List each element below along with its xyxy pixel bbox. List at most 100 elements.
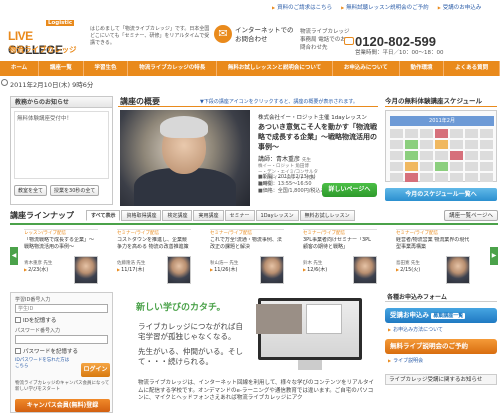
course-card[interactable]: セミナー/ライブ配信 経営者/物流営業 物流業界の現代型事業再構築 島田寛 先生… <box>396 229 470 287</box>
calendar-day[interactable] <box>435 140 448 149</box>
nav-courses[interactable]: 講座一覧 <box>39 61 84 76</box>
course-title: 「物流戦略で成長する企業」～戦略物流活用の事例～ <box>24 237 95 250</box>
calendar-day[interactable] <box>405 140 418 149</box>
carousel-next-icon[interactable]: ▶ <box>490 247 498 265</box>
forgot-password-link[interactable]: IDパスワードを忘れた方はこちら <box>15 358 73 370</box>
student-id-input[interactable]: 学生ID <box>15 304 108 313</box>
calendar-day[interactable] <box>405 173 418 182</box>
schedule-list-button[interactable]: 今月のスケジュール一覧へ <box>385 188 497 201</box>
calendar-day[interactable] <box>450 173 463 182</box>
course-category: レッスン/ライブ配信 <box>24 231 67 236</box>
calendar-day[interactable] <box>435 151 448 160</box>
overview-note: ▼下段の講座アイコンをクリックすると、講座の概要が表示されます。 <box>200 99 358 105</box>
promo-title: 新しい学びのカタチ。 <box>136 303 226 313</box>
tab-exam[interactable]: 検定講座 <box>162 210 193 221</box>
login-button[interactable]: ログイン <box>81 363 110 377</box>
tab-free-trial[interactable]: 無料お試しレッスン <box>299 210 355 221</box>
course-title: コストダウンを推進し、企業競争力を高める 物流の改善推進策 <box>117 237 189 250</box>
calendar-day[interactable] <box>390 140 403 149</box>
id-label: 学習ID番号入力 <box>15 297 51 303</box>
tab-practical[interactable]: 実用講座 <box>193 210 224 221</box>
nav-apply[interactable]: お申込みについて <box>333 61 400 76</box>
briefing-link[interactable]: ライブ説明会 <box>385 357 497 364</box>
news-30-button[interactable]: 授業を30秒の全て <box>50 185 100 196</box>
nav-features[interactable]: 物流ライブカレッジの特長 <box>128 61 218 76</box>
calendar-day[interactable] <box>435 173 448 182</box>
calendar-day[interactable] <box>405 162 418 171</box>
site-logo[interactable]: Logistic LIVE COLLEGE 物流ライブカレッジ <box>8 20 80 60</box>
calendar-grid <box>390 129 493 182</box>
tab-1day[interactable]: 1Dayレッスン <box>255 210 299 221</box>
calendar-title: 今月の無料体験講座スケジュール <box>385 96 497 107</box>
course-apply-button[interactable]: 受講お申込み 募集講座一覧 <box>385 308 497 323</box>
nav-environment[interactable]: 動作環境 <box>400 61 445 76</box>
course-card[interactable]: セミナー/ライブ配信 3PL事業者向けセミナー「3PL 顧客の期待と戦略」 鈴木… <box>303 229 377 287</box>
current-date: 2011年2月10日(木) 9時6分 <box>10 81 94 89</box>
tab-certification[interactable]: 資格取得講座 <box>121 210 162 221</box>
calendar-day[interactable] <box>390 173 403 182</box>
calendar-day[interactable] <box>480 129 493 138</box>
calendar-day[interactable] <box>435 129 448 138</box>
calendar-day[interactable] <box>480 173 493 182</box>
calendar-day[interactable] <box>480 162 493 171</box>
carousel-prev-icon[interactable]: ◀ <box>10 247 18 265</box>
calendar-day[interactable] <box>420 129 433 138</box>
calendar-day[interactable] <box>405 151 418 160</box>
calendar-day[interactable] <box>420 140 433 149</box>
calendar-day[interactable] <box>450 151 463 160</box>
nav-students[interactable]: 学習生色 <box>84 61 129 76</box>
tab-seminar[interactable]: セミナー <box>224 210 255 221</box>
calendar-day[interactable] <box>450 140 463 149</box>
news-body: 無料体験講座受付中！ <box>14 111 109 179</box>
top-link-request[interactable]: 資料のご請求はこちら <box>272 3 332 13</box>
detail-page-button[interactable]: 詳しいページへ <box>322 183 377 197</box>
calendar-day[interactable] <box>390 151 403 160</box>
tagline: はじめまして「物流ライブカレッジ」です。日本全国どこにいても「セミナー、研修」を… <box>90 26 210 46</box>
password-label: パスワード番号入力 <box>15 328 61 334</box>
promo-body: 物流ライブカレッジは、インターネット回線を利用して、様々な学びのコンテンツをリア… <box>138 380 375 401</box>
calendar-day[interactable] <box>465 129 478 138</box>
password-input[interactable] <box>15 335 108 344</box>
phone-number: 0120-802-599 <box>355 34 436 49</box>
course-card[interactable]: セミナー/ライブ配信 コストダウンを推進し、企業競争力を高める 物流の改善推進策… <box>117 229 191 287</box>
top-link-trial[interactable]: 無料試聴レッスン説明会のご予約 <box>341 3 429 13</box>
overview-lecturer: 講師：青木重彦 先生 <box>258 156 312 163</box>
mail-icon: ✉ <box>214 25 232 43</box>
course-category: セミナー/ライブ配信 <box>396 231 439 236</box>
calendar-day[interactable] <box>390 162 403 171</box>
register-button[interactable]: キャンパス会員(無料)登録 <box>15 399 110 412</box>
course-list-button[interactable]: 講座一覧ページへ <box>444 210 498 221</box>
nav-trial[interactable]: 無料お試しレッスンと説明会について <box>217 61 334 76</box>
promo-line-2: 先生がいる、仲間がいる。そして・・・続けられる。 <box>138 347 243 366</box>
calendar-day[interactable] <box>450 129 463 138</box>
calendar-day[interactable] <box>435 162 448 171</box>
nav-home[interactable]: ホーム <box>0 61 40 76</box>
calendar-day[interactable] <box>480 140 493 149</box>
remember-id-checkbox[interactable]: IDを記憶する <box>15 316 108 324</box>
calendar-day[interactable] <box>465 140 478 149</box>
course-card[interactable]: セミナー/ライブ配信 これで万全!流通・物流事例、法改正の課題と解決 秋山浩一 … <box>210 229 284 287</box>
tab-all[interactable]: すべて表示 <box>86 210 121 221</box>
calendar-day[interactable] <box>420 151 433 160</box>
overview-lecture-title: あついき意気こそ人を動かす「物流戦略で成長する企業」～戦略物流活用の事例～ <box>258 123 377 151</box>
calendar-day[interactable] <box>450 162 463 171</box>
nav-faq[interactable]: よくある質問 <box>444 61 500 76</box>
news-all-button[interactable]: 教室を全て <box>14 185 48 196</box>
calendar-day[interactable] <box>405 129 418 138</box>
calendar-day[interactable] <box>465 162 478 171</box>
remember-password-checkbox[interactable]: パスワードを記憶する <box>15 347 108 355</box>
lineup-header: 講座ラインナップ すべて表示 資格取得講座 検定講座 実用講座 セミナー 1Da… <box>10 210 498 222</box>
course-card[interactable]: レッスン/ライブ配信 「物流戦略で成長する企業」～戦略物流活用の事例～ 青木重彦… <box>24 229 98 287</box>
top-link-apply[interactable]: 受講のお申込み <box>438 3 482 13</box>
apply-method-link[interactable]: お申込み方法について <box>385 326 497 333</box>
inquiry-link[interactable]: インターネットでのお問合わせ <box>235 26 295 44</box>
briefing-reserve-button[interactable]: 無料ライブ説明会のご予約 <box>385 339 497 354</box>
lecturer-thumbnail <box>353 256 377 284</box>
calendar-day[interactable] <box>420 173 433 182</box>
calendar-day[interactable] <box>390 129 403 138</box>
course-title: 3PL事業者向けセミナー「3PL 顧客の期待と戦略」 <box>303 237 371 250</box>
calendar-day[interactable] <box>420 162 433 171</box>
calendar-day[interactable] <box>465 173 478 182</box>
calendar-day[interactable] <box>480 151 493 160</box>
calendar-day[interactable] <box>465 151 478 160</box>
